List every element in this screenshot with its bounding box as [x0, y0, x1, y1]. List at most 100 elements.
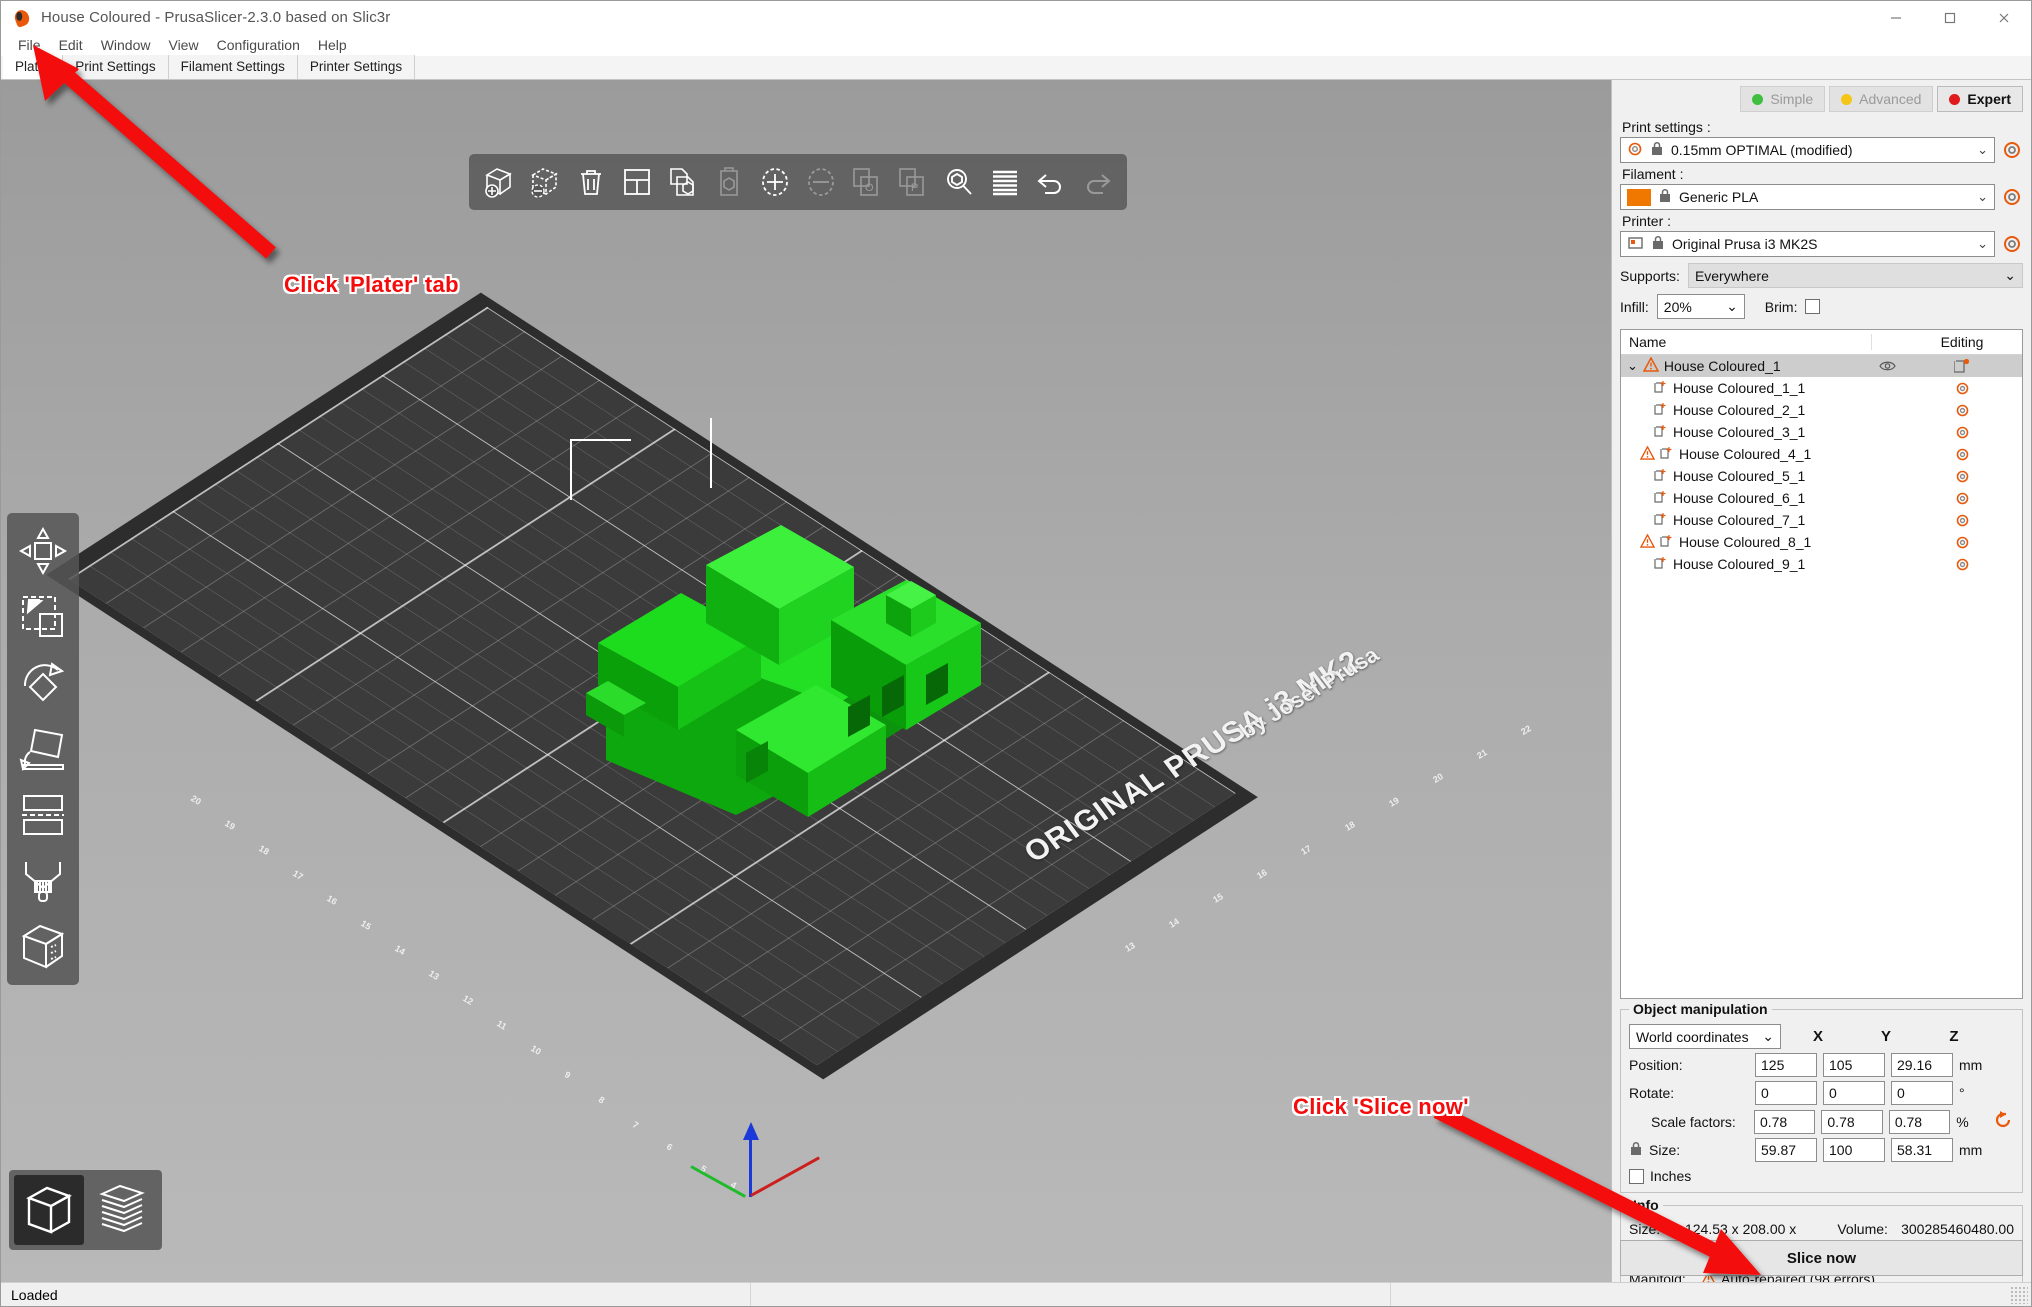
eye-icon[interactable]: [1872, 360, 1902, 372]
gear-icon[interactable]: [1902, 535, 2022, 550]
rotate-z-input[interactable]: 0: [1891, 1081, 1953, 1105]
undo-icon[interactable]: [1029, 160, 1073, 204]
supports-combo[interactable]: Everywhere ⌄: [1688, 263, 2023, 288]
rotate-y-input[interactable]: 0: [1823, 1081, 1885, 1105]
seam-painting-gizmo-icon[interactable]: [11, 915, 75, 979]
gear-icon[interactable]: [1902, 491, 2022, 506]
object-row-4[interactable]: House Coloured_4_1: [1621, 443, 2022, 465]
object-row-7[interactable]: House Coloured_7_1: [1621, 509, 2022, 531]
split-to-parts-icon[interactable]: P: [891, 160, 935, 204]
object-row-6[interactable]: House Coloured_6_1: [1621, 487, 2022, 509]
variable-layer-height-icon[interactable]: [983, 160, 1027, 204]
inches-checkbox[interactable]: [1629, 1169, 1644, 1184]
mode-advanced-button[interactable]: Advanced: [1829, 86, 1933, 112]
scale-x-input[interactable]: 0.78: [1754, 1110, 1815, 1134]
size-z-input[interactable]: 58.31: [1891, 1138, 1953, 1162]
delete-all-icon[interactable]: [569, 160, 613, 204]
house-model[interactable]: [586, 525, 1006, 855]
uniform-scale-lock-icon[interactable]: [1629, 1141, 1643, 1160]
paste-icon[interactable]: [707, 160, 751, 204]
tab-filament-settings[interactable]: Filament Settings: [169, 55, 298, 79]
filament-gear-icon[interactable]: [2001, 186, 2023, 208]
print-settings-gear-icon[interactable]: [2001, 139, 2023, 161]
object-list[interactable]: Name Editing ⌄ House Coloured_1: [1620, 329, 2023, 999]
cut-gizmo-icon[interactable]: [11, 783, 75, 847]
scale-z-input[interactable]: 0.78: [1889, 1110, 1950, 1134]
tab-printer-settings[interactable]: Printer Settings: [298, 55, 415, 79]
size-y-input[interactable]: 100: [1823, 1138, 1885, 1162]
rotate-gizmo-icon[interactable]: [11, 651, 75, 715]
tab-print-settings[interactable]: Print Settings: [63, 55, 168, 79]
window-controls: [1869, 1, 2031, 34]
gear-icon[interactable]: [1902, 513, 2022, 528]
chevron-down-icon[interactable]: ⌄: [1762, 1028, 1774, 1045]
object-row-5[interactable]: House Coloured_5_1: [1621, 465, 2022, 487]
gear-icon[interactable]: [1902, 403, 2022, 418]
gear-icon[interactable]: [1902, 425, 2022, 440]
slice-now-button[interactable]: Slice now: [1620, 1240, 2023, 1276]
remove-instance-icon[interactable]: [799, 160, 843, 204]
printer-gear-icon[interactable]: [2001, 233, 2023, 255]
print-settings-combo[interactable]: 0.15mm OPTIMAL (modified) ⌄: [1620, 137, 1995, 163]
add-instance-icon[interactable]: [753, 160, 797, 204]
coordinate-system-combo[interactable]: World coordinates ⌄: [1629, 1024, 1781, 1049]
gear-icon[interactable]: [1902, 381, 2022, 396]
gear-icon[interactable]: [1902, 469, 2022, 484]
scale-row: Scale factors: 0.78 0.78 0.78 %: [1629, 1109, 2014, 1134]
arrange-icon[interactable]: [615, 160, 659, 204]
mode-expert-button[interactable]: Expert: [1937, 86, 2023, 112]
filament-combo[interactable]: Generic PLA ⌄: [1620, 184, 1995, 210]
paint-support-gizmo-icon[interactable]: [11, 849, 75, 913]
size-x-input[interactable]: 59.87: [1755, 1138, 1817, 1162]
gear-icon[interactable]: [1902, 447, 2022, 462]
printer-combo[interactable]: Original Prusa i3 MK2S ⌄: [1620, 231, 1995, 257]
preview-view-icon[interactable]: [87, 1175, 157, 1245]
editor-view-icon[interactable]: [14, 1175, 84, 1245]
expander-icon[interactable]: ⌄: [1627, 358, 1638, 374]
menu-view[interactable]: View: [159, 35, 207, 55]
menu-window[interactable]: Window: [92, 35, 160, 55]
scale-gizmo-icon[interactable]: [11, 585, 75, 649]
add-settings-icon[interactable]: [1902, 358, 2022, 374]
object-row-root[interactable]: ⌄ House Coloured_1: [1621, 355, 2022, 377]
chevron-down-icon[interactable]: ⌄: [1977, 189, 1988, 205]
mode-simple-button[interactable]: Simple: [1740, 86, 1825, 112]
chevron-down-icon[interactable]: ⌄: [1726, 298, 1738, 315]
object-row-9[interactable]: House Coloured_9_1: [1621, 553, 2022, 575]
tab-plater[interactable]: Plater: [3, 55, 63, 79]
object-row-8[interactable]: House Coloured_8_1: [1621, 531, 2022, 553]
brim-checkbox[interactable]: [1805, 299, 1820, 314]
reset-rotation-icon[interactable]: [1992, 1109, 2014, 1134]
redo-icon[interactable]: [1075, 160, 1119, 204]
chevron-down-icon[interactable]: ⌄: [2004, 267, 2016, 284]
move-gizmo-icon[interactable]: [11, 519, 75, 583]
resize-grip[interactable]: [2010, 1286, 2028, 1304]
menu-configuration[interactable]: Configuration: [208, 35, 309, 55]
split-to-objects-icon[interactable]: O: [845, 160, 889, 204]
position-z-input[interactable]: 29.16: [1891, 1053, 1953, 1077]
close-button[interactable]: [1977, 1, 2031, 34]
chevron-down-icon[interactable]: ⌄: [1977, 236, 1988, 252]
part-icon: [1654, 556, 1668, 573]
object-row-2[interactable]: House Coloured_2_1: [1621, 399, 2022, 421]
position-y-input[interactable]: 105: [1823, 1053, 1885, 1077]
place-on-face-gizmo-icon[interactable]: [11, 717, 75, 781]
gear-icon[interactable]: [1902, 557, 2022, 572]
delete-object-icon[interactable]: [523, 160, 567, 204]
menu-file[interactable]: File: [9, 35, 50, 55]
add-object-icon[interactable]: [477, 160, 521, 204]
menu-edit[interactable]: Edit: [50, 35, 92, 55]
object-row-3[interactable]: House Coloured_3_1: [1621, 421, 2022, 443]
maximize-button[interactable]: [1923, 1, 1977, 34]
search-icon[interactable]: [937, 160, 981, 204]
object-row-1[interactable]: House Coloured_1_1: [1621, 377, 2022, 399]
lock-closed-icon: [1658, 188, 1672, 207]
scale-y-input[interactable]: 0.78: [1821, 1110, 1882, 1134]
copy-icon[interactable]: [661, 160, 705, 204]
minimize-button[interactable]: [1869, 1, 1923, 34]
infill-combo[interactable]: 20% ⌄: [1657, 294, 1745, 319]
menu-help[interactable]: Help: [309, 35, 356, 55]
rotate-x-input[interactable]: 0: [1755, 1081, 1817, 1105]
position-x-input[interactable]: 125: [1755, 1053, 1817, 1077]
chevron-down-icon[interactable]: ⌄: [1977, 142, 1988, 158]
